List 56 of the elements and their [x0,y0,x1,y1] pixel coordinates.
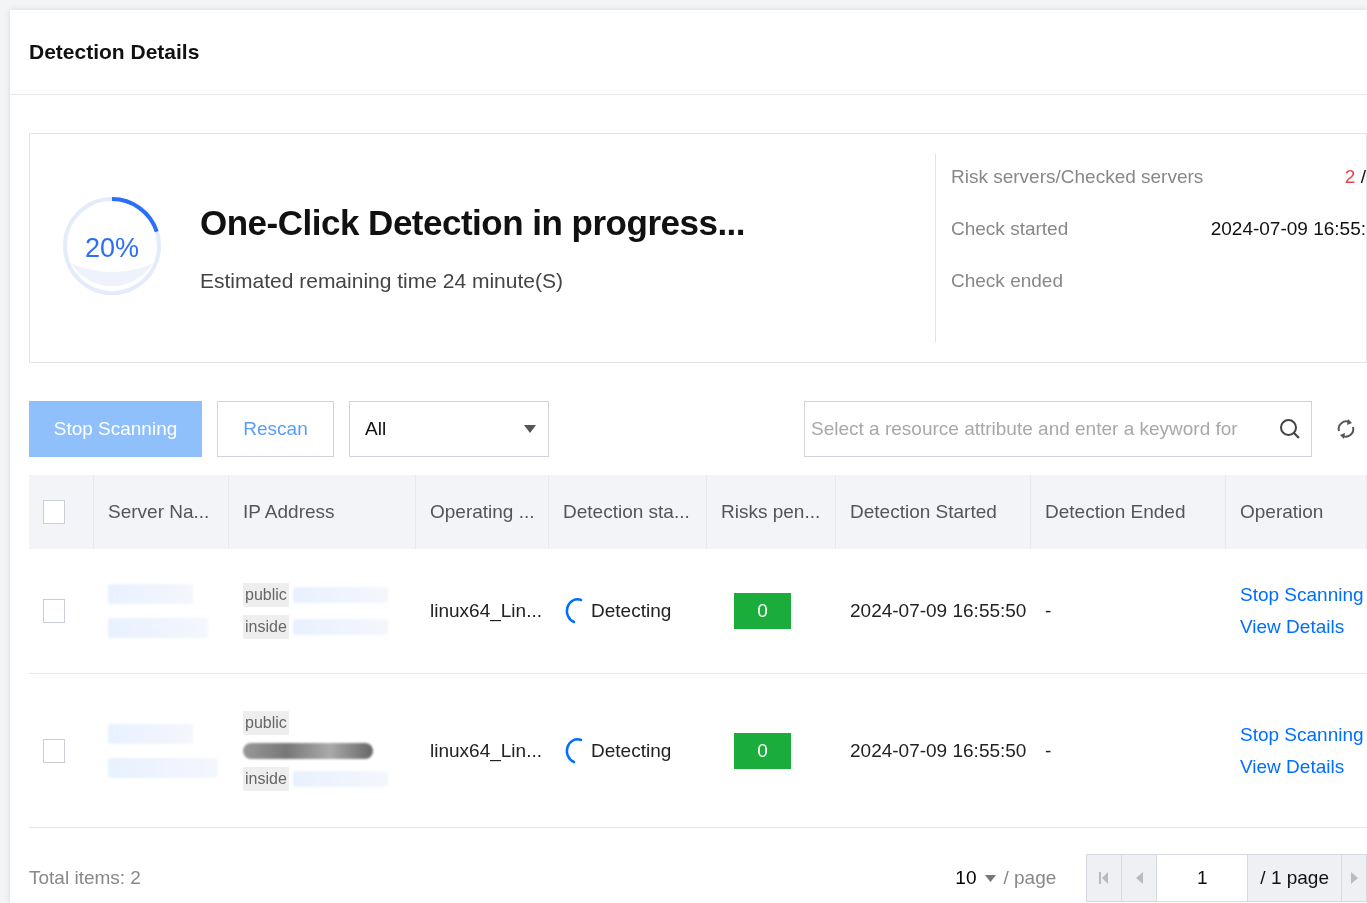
progress-percent: 20% [84,232,139,264]
detection-ended: - [1045,600,1052,622]
search-input[interactable]: Select a resource attribute and enter a keyword for [809,417,1279,441]
column-header[interactable]: IP Address [229,475,416,549]
remaining-time: Estimated remaining time 24 minute(S) [200,269,564,293]
per-page-label: / page [1003,867,1057,889]
view-details-link[interactable]: View Details [1240,755,1345,778]
detection-status: Detecting [591,739,672,762]
summary-label: Check started [951,218,1069,240]
summary-label: Check ended [951,270,1063,292]
detection-ended: - [1045,739,1052,762]
detection-title: One-Click Detection in progress... [200,203,746,243]
search-field[interactable]: Select a resource attribute and enter a keyword for [804,401,1312,457]
spinner-icon [563,735,585,766]
column-header[interactable]: Risks pen... [707,475,836,549]
risk-count: 0 [734,593,791,629]
column-header[interactable]: Detection sta... [549,475,707,549]
caret-icon [524,425,536,433]
column-header[interactable]: Detection Started [836,475,1031,549]
previous-page-icon[interactable] [1135,872,1143,884]
summary-label: Risk servers/Checked servers [951,166,1204,188]
column-header[interactable]: Operating ... [416,475,549,549]
page-size-dropdown[interactable]: 10 [955,867,977,889]
total-items: Total items: 2 [29,867,142,889]
search-icon[interactable] [1279,418,1301,440]
stop-scanning-link[interactable]: Stop Scanning [1240,723,1364,746]
page-title: Detection Details [29,40,200,64]
row-checkbox[interactable] [43,738,65,763]
column-header[interactable]: Detection Ended [1031,475,1226,549]
row-checkbox[interactable] [43,599,65,623]
detection-started: 2024-07-09 16:55:50 [850,600,1027,622]
filter-dropdown[interactable]: All [349,401,549,457]
detection-started: 2024-07-09 16:55:50 [850,739,1027,762]
summary-value: 2024-07-09 16:55: [1210,218,1366,239]
page-total: / 1 page [1248,855,1342,901]
stop-scanning-link[interactable]: Stop Scanning [1240,584,1364,606]
ip-type-tag: inside [243,766,289,791]
risk-count: 0 [734,732,791,769]
os-name: linux64_Lin... [430,600,542,622]
first-page-icon[interactable] [1099,872,1110,884]
ip-type-tag: public [243,583,289,607]
ip-type-tag: public [243,710,289,735]
column-header[interactable]: Operation [1226,475,1367,549]
summary-separator: / [1360,166,1366,187]
caret-icon[interactable] [984,874,996,882]
page-number-field[interactable]: 1 [1157,855,1249,901]
view-details-link[interactable]: View Details [1240,616,1345,638]
ip-type-tag: inside [243,615,289,639]
os-name: linux64_Lin... [430,739,542,762]
column-header[interactable]: Server Na... [94,475,229,549]
refresh-icon[interactable] [1335,417,1357,441]
select-all-checkbox[interactable] [43,500,65,524]
summary-value: 2 [1344,166,1356,187]
next-page-icon[interactable] [1350,872,1358,884]
spinner-icon [563,596,585,626]
detection-status: Detecting [591,600,672,622]
